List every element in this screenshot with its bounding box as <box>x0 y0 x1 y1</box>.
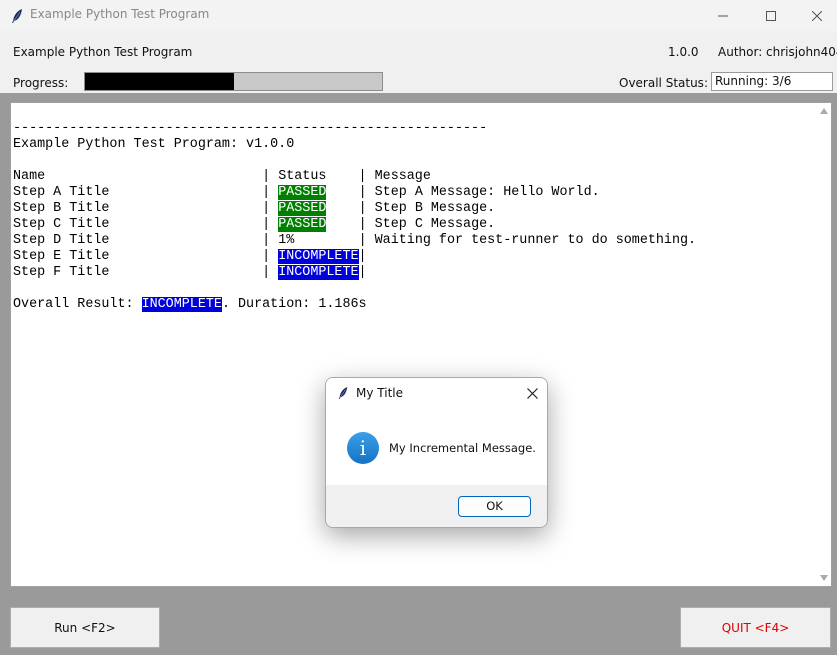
close-icon <box>812 10 822 21</box>
step-status-badge: INCOMPLETE <box>278 249 359 264</box>
column-separator: | <box>262 265 279 280</box>
step-status-badge: PASSED <box>278 217 327 232</box>
program-name: Example Python Test Program <box>13 45 193 59</box>
author-label: Author: chrisjohn404 <box>718 45 837 59</box>
progress-label: Progress: <box>13 76 69 90</box>
window-title-bar: Example Python Test Program <box>0 0 837 31</box>
quit-button[interactable]: QUIT <F4> <box>680 607 831 648</box>
overall-result-prefix: Overall Result: <box>13 297 142 312</box>
status-padding <box>326 185 358 200</box>
dialog-close-button[interactable] <box>517 378 547 409</box>
results-header-row: Name | Status | Message <box>13 169 431 184</box>
header-panel: Example Python Test Program 1.0.0 Author… <box>0 31 837 93</box>
minimize-icon <box>718 15 728 16</box>
ok-button[interactable]: OK <box>458 496 531 517</box>
table-row: Step C Title | PASSED | Step C Message. <box>13 217 495 232</box>
dialog-message: My Incremental Message. <box>389 441 536 455</box>
close-icon <box>526 388 538 399</box>
step-name: Step F Title <box>13 265 263 280</box>
step-message: Step C Message. <box>366 217 496 232</box>
column-separator: | <box>262 169 279 184</box>
progress-bar-fill <box>85 73 234 90</box>
feather-icon <box>338 387 348 399</box>
column-separator: | <box>262 233 279 248</box>
scroll-down-arrow-icon[interactable] <box>820 575 828 581</box>
run-button[interactable]: Run <F2> <box>10 607 160 648</box>
column-header-message: Message <box>374 169 431 184</box>
column-separator: | <box>262 249 279 264</box>
step-name: Step D Title <box>13 233 263 248</box>
overall-result-badge: INCOMPLETE <box>141 297 222 312</box>
maximize-icon <box>766 10 776 21</box>
table-row: Step F Title | INCOMPLETE| <box>13 265 367 280</box>
step-status-badge: INCOMPLETE <box>278 265 359 280</box>
column-header-name: Name <box>13 169 263 184</box>
info-icon: i <box>347 432 379 464</box>
window-title: Example Python Test Program <box>30 7 210 21</box>
step-name: Step A Title <box>13 185 263 200</box>
status-padding <box>294 233 358 248</box>
maximize-button[interactable] <box>748 0 794 31</box>
minimize-button[interactable] <box>700 0 746 31</box>
column-separator: | <box>358 265 367 280</box>
step-name: Step B Title <box>13 201 263 216</box>
step-message: Waiting for test-runner to do something. <box>366 233 697 248</box>
overall-status-value: Running: 3/6 <box>711 72 833 91</box>
table-row: Step E Title | INCOMPLETE| <box>13 249 367 264</box>
column-separator: | <box>358 249 367 264</box>
step-message: Step A Message: Hello World. <box>366 185 600 200</box>
dialog-title: My Title <box>356 386 403 400</box>
step-name: Step C Title <box>13 217 263 232</box>
dialog-footer: OK <box>326 485 547 527</box>
feather-icon <box>12 9 22 23</box>
column-separator: | <box>262 217 279 232</box>
table-row: Step A Title | PASSED | Step A Message: … <box>13 185 600 200</box>
message-dialog: My Title i My Incremental Message. OK <box>325 377 548 528</box>
dialog-title-bar: My Title <box>326 378 547 409</box>
output-text: ----------------------------------------… <box>13 105 696 313</box>
status-padding <box>326 201 358 216</box>
step-status-badge: PASSED <box>278 185 327 200</box>
overall-result-line: Overall Result: INCOMPLETE. Duration: 1.… <box>13 297 367 312</box>
column-separator: | <box>262 201 279 216</box>
table-row: Step B Title | PASSED | Step B Message. <box>13 201 495 216</box>
status-padding <box>326 217 358 232</box>
column-header-status: Status <box>278 169 359 184</box>
overall-result-duration: . Duration: 1.186s <box>221 297 367 312</box>
step-status-badge: PASSED <box>278 201 327 216</box>
column-separator: | <box>262 185 279 200</box>
version-label: 1.0.0 <box>668 45 699 59</box>
close-button[interactable] <box>794 0 837 31</box>
table-row: Step D Title | 1% | Waiting for test-run… <box>13 233 696 248</box>
scroll-up-arrow-icon[interactable] <box>820 108 828 114</box>
vertical-scrollbar[interactable] <box>817 103 831 586</box>
program-version-line: Example Python Test Program: v1.0.0 <box>13 137 295 152</box>
step-status-badge: 1% <box>278 233 295 248</box>
step-message: Step B Message. <box>366 201 496 216</box>
overall-status-label: Overall Status: <box>619 76 708 90</box>
column-separator: | <box>358 233 367 248</box>
separator-line: ----------------------------------------… <box>13 121 488 136</box>
column-separator: | <box>358 169 375 184</box>
step-name: Step E Title <box>13 249 263 264</box>
column-separator: | <box>358 217 367 232</box>
column-separator: | <box>358 201 367 216</box>
progress-bar <box>84 72 383 91</box>
column-separator: | <box>358 185 367 200</box>
results-rows: Step A Title | PASSED | Step A Message: … <box>13 185 696 280</box>
